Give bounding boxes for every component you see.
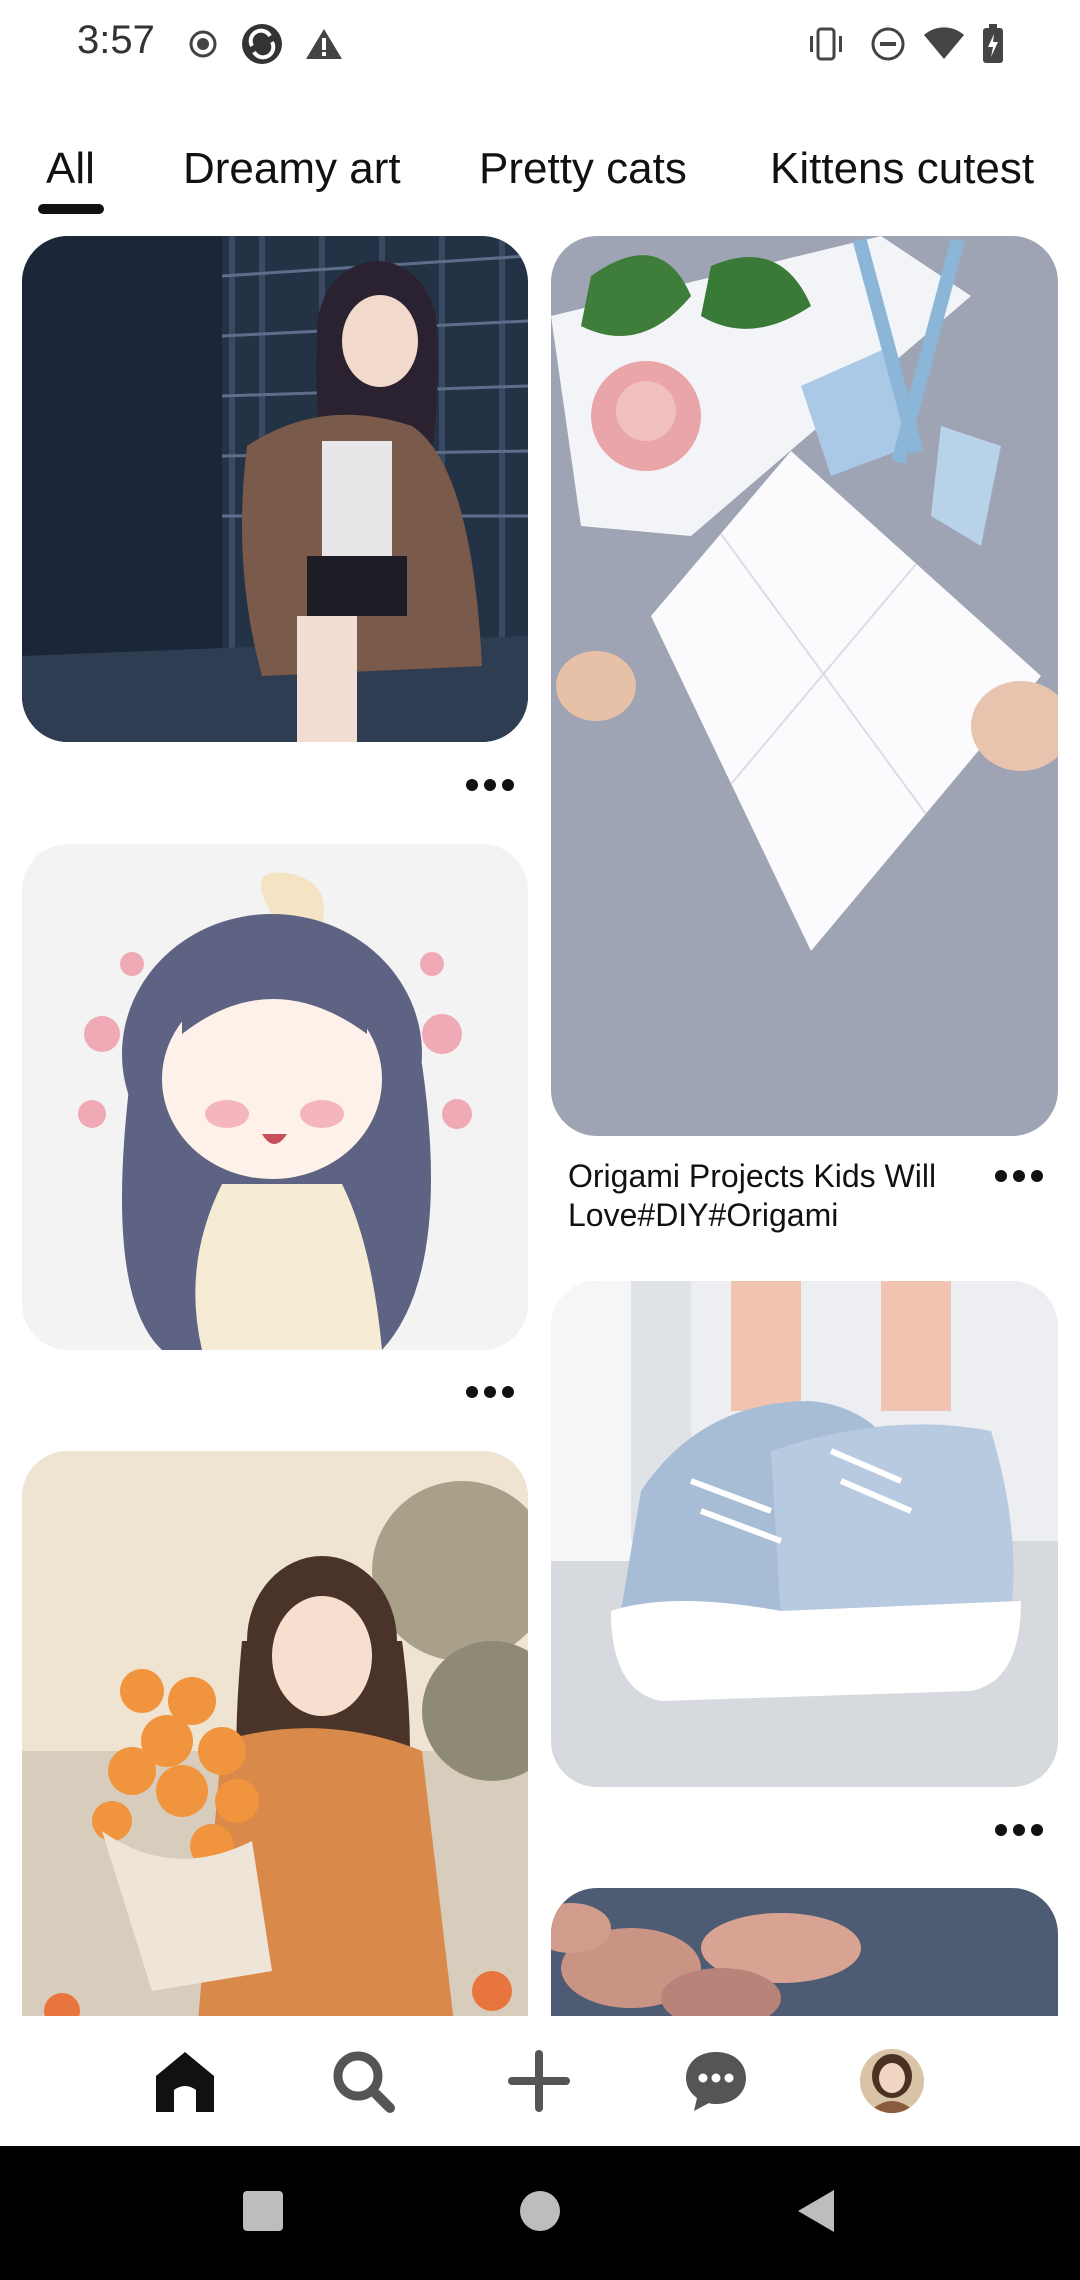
tab-pretty-cats[interactable]: Pretty cats [479, 144, 687, 194]
vibrate-icon [804, 22, 848, 66]
pin-origami-projects[interactable] [551, 236, 1058, 1136]
pin-caption-origami: Origami Projects Kids Will Love#DIY#Orig… [568, 1157, 936, 1235]
messages-icon[interactable] [671, 2036, 761, 2126]
tab-dreamy-art[interactable]: Dreamy art [183, 144, 401, 194]
create-icon[interactable] [494, 2036, 584, 2126]
status-bar: 3:57 [0, 0, 1080, 90]
tab-all[interactable]: All [46, 144, 95, 194]
home-icon[interactable] [140, 2036, 230, 2126]
back-button[interactable] [796, 2188, 836, 2234]
status-time: 3:57 [77, 18, 155, 62]
pin-anime-girl-street[interactable] [22, 236, 528, 742]
pin-sneakers[interactable] [551, 1281, 1058, 1787]
recents-button[interactable] [242, 2190, 284, 2232]
pin-more-button[interactable] [466, 779, 514, 791]
pin-girl-with-flowers[interactable] [22, 1451, 528, 2016]
pin-more-button[interactable] [995, 1824, 1043, 1836]
pin-feed[interactable]: Origami Projects Kids Will Love#DIY#Orig… [0, 236, 1080, 2016]
pin-caption-line: Love#DIY#Origami [568, 1197, 839, 1233]
board-tabs: All Dreamy art Pretty cats Kittens cutes… [0, 128, 1080, 218]
pin-more-button[interactable] [466, 1386, 514, 1398]
bottom-nav [0, 2016, 1080, 2146]
tab-kittens-cutest[interactable]: Kittens cutest [770, 144, 1034, 194]
home-button[interactable] [519, 2190, 561, 2232]
wifi-icon [922, 22, 966, 66]
app-sync-icon [240, 22, 284, 66]
pin-caption-line: Origami Projects Kids Will [568, 1158, 937, 1194]
do-not-disturb-icon [868, 22, 908, 66]
pin-chibi-girl-bow[interactable] [22, 844, 528, 1350]
profile-avatar[interactable] [847, 2036, 937, 2126]
record-icon [186, 22, 220, 66]
search-icon[interactable] [318, 2036, 408, 2126]
selected-tab-indicator [38, 204, 104, 214]
pin-sky-clouds[interactable] [551, 1888, 1058, 2016]
pin-more-button[interactable] [995, 1170, 1043, 1182]
warning-icon [304, 22, 344, 66]
system-nav-bar [0, 2146, 1080, 2280]
battery-icon [980, 22, 1006, 66]
